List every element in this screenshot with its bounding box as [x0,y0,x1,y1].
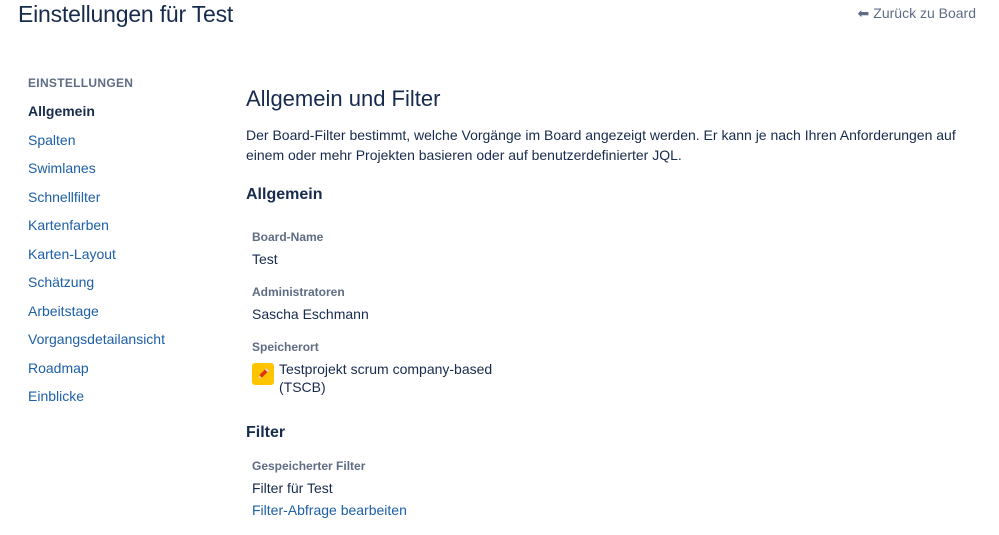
administrators-label: Administratoren [252,285,345,299]
administrators-value[interactable]: Sascha Eschmann [252,305,991,323]
board-name-value[interactable]: Test [252,250,991,268]
pencil-icon [252,363,274,385]
section-title: Allgemein und Filter [246,86,441,111]
saved-filter-field: Gespeicherter Filter Filter für Test Fil… [252,459,991,520]
sidebar-item-kartenfarben[interactable]: Kartenfarben [28,216,228,245]
sidebar-item-allgemein[interactable]: Allgemein [28,102,228,131]
sidebar-item-swimlanes[interactable]: Swimlanes [28,159,228,188]
edit-filter-query-link[interactable]: Filter-Abfrage bearbeiten [252,502,407,518]
sidebar-item-schnellfilter[interactable]: Schnellfilter [28,188,228,217]
arrow-back-icon: ⬅ [857,5,870,21]
sidebar-item-karten-layout[interactable]: Karten-Layout [28,245,228,274]
sidebar-item-schaetzung[interactable]: Schätzung [28,273,228,302]
board-name-label: Board-Name [252,230,324,244]
project-name-line2: (TSCB) [279,379,326,395]
board-settings-page: Einstellungen für Test ⬅ Zurück zu Board… [0,0,999,535]
back-to-board-label: Zurück zu Board [873,5,976,21]
saved-filter-value: Filter für Test [252,480,333,496]
filter-section-title: Filter [246,424,286,441]
general-section-title: Allgemein [246,186,323,203]
sidebar-item-vorgangsdetailansicht[interactable]: Vorgangsdetailansicht [28,330,228,359]
project-location: Testprojekt scrum company-based (TSCB) [252,360,991,396]
board-filter-description: Der Board-Filter bestimmt, welche Vorgän… [246,127,956,163]
project-name: Testprojekt scrum company-based (TSCB) [279,360,492,396]
board-name-field: Board-Name Test [252,230,991,268]
sidebar-item-roadmap[interactable]: Roadmap [28,359,228,388]
location-label: Speicherort [252,340,319,354]
sidebar-item-arbeitstage[interactable]: Arbeitstage [28,302,228,331]
saved-filter-label: Gespeicherter Filter [252,459,366,473]
project-name-line1: Testprojekt scrum company-based [279,361,493,377]
sidebar-item-spalten[interactable]: Spalten [28,131,228,160]
location-field: Speicherort Testprojekt scrum company-ba… [252,340,991,396]
page-title: Einstellungen für Test [18,1,234,27]
settings-sidebar: EINSTELLUNGEN Allgemein Spalten Swimlane… [28,76,228,416]
back-to-board-link[interactable]: ⬅ Zurück zu Board [858,5,976,21]
sidebar-item-einblicke[interactable]: Einblicke [28,387,228,416]
settings-content: Allgemein und Filter Der Board-Filter be… [246,86,991,520]
administrators-field: Administratoren Sascha Eschmann [252,285,991,323]
sidebar-heading: EINSTELLUNGEN [28,76,134,90]
